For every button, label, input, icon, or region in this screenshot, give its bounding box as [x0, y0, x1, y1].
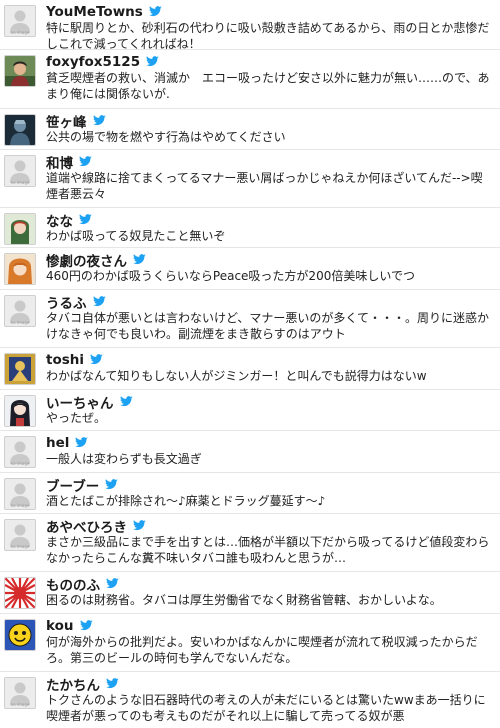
rising-sun-flag-icon [5, 578, 35, 608]
user-photo-icon [5, 56, 35, 86]
twitter-bird-icon [146, 56, 159, 67]
tweet-item: no image YouMeTowns 特に駅周りとか、砂利石の代わりに吸い殻敷… [0, 0, 500, 50]
user-name[interactable]: うるふ [46, 292, 87, 312]
tweet-item: いーちゃん やったぜ。 [0, 390, 500, 431]
tweet-item: 笹ヶ峰 公共の場で物を燃やす行為はやめてください [0, 109, 500, 150]
twitter-bird-icon [148, 6, 162, 17]
twitter-bird-icon [133, 520, 146, 531]
twitter-bird-icon [106, 578, 119, 589]
tweet-item: 惨劇の夜さん 460円のわかば吸うくらいならPeace吸った方が200倍美味しい… [0, 248, 500, 290]
tweet-item: no image うるふ タバコ自体が悪いとは言わないけど、マナー悪いのが多くて… [0, 290, 500, 348]
twitter-bird-icon [75, 437, 89, 448]
avatar-photo[interactable] [4, 619, 36, 651]
yellow-face-icon [5, 620, 35, 650]
user-name[interactable]: hel [46, 435, 69, 451]
avatar-photo[interactable] [4, 114, 36, 146]
tweet-text: 困るのは財務省。タバコは厚生労働省でなく財務省管轄、おかしいよな。 [46, 593, 442, 607]
avatar-photo[interactable] [4, 577, 36, 609]
avatar-photo[interactable] [4, 353, 36, 385]
user-photo-icon [5, 214, 35, 244]
no-image-label: no image [10, 180, 30, 185]
user-name[interactable]: もののふ [46, 574, 100, 594]
tweet-text: 公共の場で物を燃やす行為はやめてください [46, 130, 286, 144]
avatar-no-image[interactable]: no image [4, 519, 36, 551]
tweet-item: toshi わかばなんて知りもしない人がジミンガー！と叫んでも説得力はないw [0, 348, 500, 390]
user-name[interactable]: kou [46, 618, 74, 634]
user-name[interactable]: YouMeTowns [46, 4, 143, 20]
twitter-bird-icon [106, 678, 119, 689]
user-photo-icon [5, 254, 35, 284]
no-image-label: no image [10, 461, 30, 466]
twitter-bird-icon [133, 254, 146, 265]
twitter-bird-icon [92, 296, 106, 307]
user-name[interactable]: 和博 [46, 152, 73, 172]
twitter-bird-icon [105, 479, 118, 490]
avatar-photo[interactable] [4, 395, 36, 427]
user-name[interactable]: toshi [46, 352, 84, 368]
user-name[interactable]: いーちゃん [46, 392, 114, 412]
twitter-bird-icon [79, 620, 93, 631]
tweet-text: 道端や線路に捨てまくってるマナー悪い屑ばっかじゃねえか何ほざいてんだ-->喫煙者… [46, 171, 483, 201]
avatar-photo[interactable] [4, 55, 36, 87]
avatar-no-image[interactable]: no image [4, 295, 36, 327]
tweet-text: 貧乏喫煙者の救い、消滅か エコー吸ったけど安さ以外に魅力が無い……ので、あまり俺… [46, 71, 490, 101]
twitter-bird-icon [92, 115, 106, 126]
tweet-text: タバコ自体が悪いとは言わないけど、マナー悪いのが多くて・・・。周りに迷惑かけなき… [46, 311, 490, 341]
tweet-text: わかばなんて知りもしない人がジミンガー！と叫んでも説得力はないw [46, 369, 427, 383]
user-photo-icon [5, 354, 35, 384]
tweet-item: no image たかちん トクさんのような旧石器時代の考えの人が未だにいるとは… [0, 672, 500, 728]
tweet-item: no image ブーブー 酒とたばこが排除され～♪麻薬とドラッグ蔓延す～♪ [0, 473, 500, 514]
tweet-item: もののふ 困るのは財務省。タバコは厚生労働省でなく財務省管轄、おかしいよな。 [0, 572, 500, 614]
avatar-no-image[interactable]: no image [4, 5, 36, 37]
tweet-item: kou 何が海外からの批判だよ。安いわかばなんかに喫煙者が流れて税収減ったからだ… [0, 614, 500, 672]
user-name[interactable]: ブーブー [46, 475, 99, 495]
twitter-bird-icon [79, 214, 92, 225]
avatar-no-image[interactable]: no image [4, 155, 36, 187]
user-photo-icon [5, 115, 35, 145]
tweet-item: no image hel 一般人は変わらずも長文過ぎ [0, 431, 500, 473]
twitter-bird-icon [79, 156, 92, 167]
no-image-label: no image [10, 503, 30, 508]
avatar-no-image[interactable]: no image [4, 677, 36, 709]
tweet-item: なな わかば吸ってる奴見たこと無いぞ [0, 208, 500, 248]
twitter-bird-icon [119, 396, 133, 407]
tweet-item: no image あやべひろき まさか三級品にまで手を出すとは…価格が半額以下だ… [0, 514, 500, 572]
user-name[interactable]: foxyfox5125 [46, 54, 140, 70]
twitter-bird-icon [90, 354, 103, 365]
tweet-text: まさか三級品にまで手を出すとは…価格が半額以下だから吸ってるけど値段変わらなかっ… [46, 535, 490, 565]
tweet-text: 酒とたばこが排除され～♪麻薬とドラッグ蔓延す～♪ [46, 494, 326, 508]
tweet-text: 何が海外からの批判だよ。安いわかばなんかに喫煙者が流れて税収減ったからだろ。第三… [46, 635, 478, 665]
user-photo-icon [5, 396, 35, 426]
user-name[interactable]: あやべひろき [46, 516, 127, 536]
no-image-label: no image [10, 702, 30, 707]
no-image-label: no image [10, 544, 30, 549]
tweet-text: 特に駅周りとか、砂利石の代わりに吸い殻敷き詰めてあるから、雨の日とか悲惨だしこれ… [46, 21, 490, 50]
avatar-no-image[interactable]: no image [4, 436, 36, 468]
no-image-label: no image [10, 320, 30, 325]
user-name[interactable]: 笹ヶ峰 [46, 111, 87, 131]
user-name[interactable]: なな [46, 210, 73, 230]
tweet-feed: no image YouMeTowns 特に駅周りとか、砂利石の代わりに吸い殻敷… [0, 0, 500, 728]
tweet-item: foxyfox5125 貧乏喫煙者の救い、消滅か エコー吸ったけど安さ以外に魅力… [0, 50, 500, 109]
tweet-text: 460円のわかば吸うくらいならPeace吸った方が200倍美味しいでつ [46, 269, 415, 283]
user-name[interactable]: たかちん [46, 674, 100, 694]
tweet-text: 一般人は変わらずも長文過ぎ [46, 452, 202, 466]
tweet-text: やったぜ。 [46, 411, 107, 425]
no-image-label: no image [10, 30, 30, 35]
avatar-photo[interactable] [4, 253, 36, 285]
tweet-text: トクさんのような旧石器時代の考えの人が未だにいるとは驚いたwwまあ一括りに喫煙者… [46, 693, 486, 723]
user-name[interactable]: 惨劇の夜さん [46, 250, 127, 270]
avatar-no-image[interactable]: no image [4, 478, 36, 510]
avatar-photo[interactable] [4, 213, 36, 245]
tweet-item: no image 和博 道端や線路に捨てまくってるマナー悪い屑ばっかじゃねえか何… [0, 150, 500, 208]
tweet-text: わかば吸ってる奴見たこと無いぞ [46, 229, 226, 243]
